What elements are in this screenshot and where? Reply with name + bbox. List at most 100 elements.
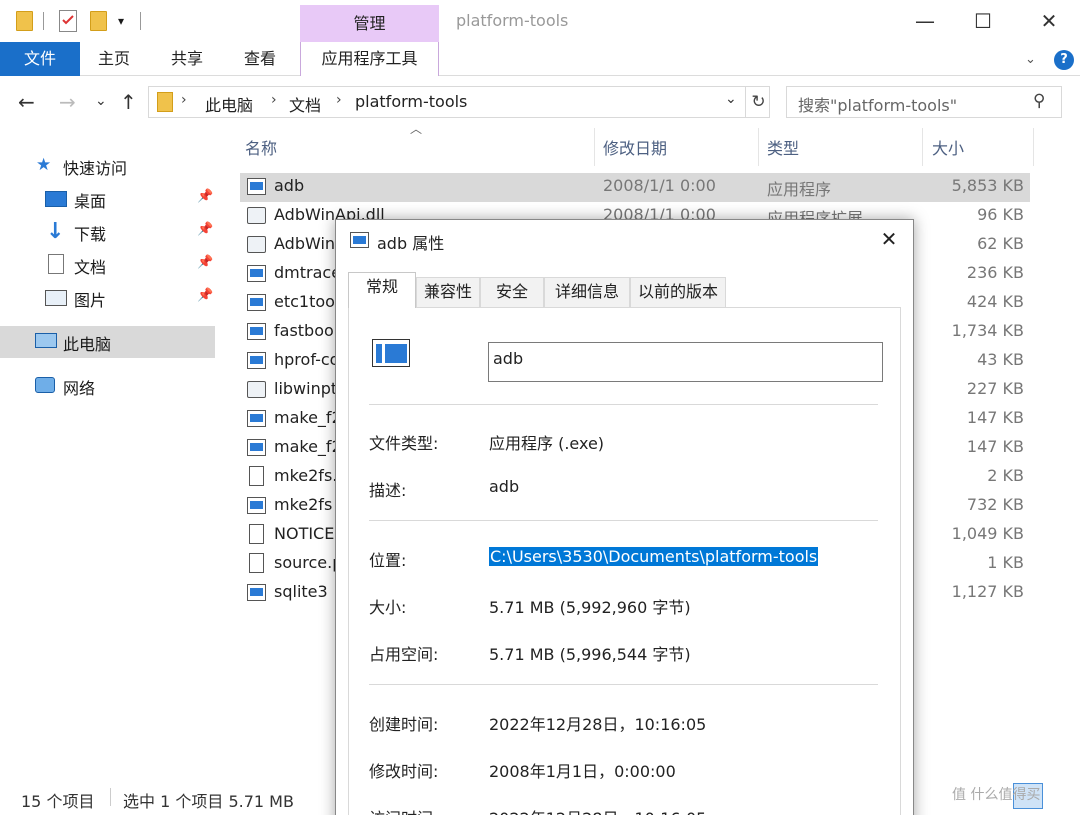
- file-size: 1,049 KB: [951, 524, 1024, 543]
- column-header-name[interactable]: 名称: [245, 135, 277, 159]
- created-value: 2022年12月28日，10:16:05: [489, 715, 707, 734]
- title-bar: ▾ 管理 platform-tools — ☐ ✕: [0, 0, 1080, 42]
- file-size: 2 KB: [987, 466, 1024, 485]
- column-divider[interactable]: [922, 128, 923, 166]
- refresh-icon[interactable]: ↻: [745, 87, 771, 117]
- file-size: 5,853 KB: [951, 176, 1024, 195]
- chevron-down-icon[interactable]: ⌄: [725, 91, 737, 107]
- download-icon: ↓: [46, 219, 65, 244]
- collapse-ribbon-icon[interactable]: ⌄: [1025, 52, 1036, 67]
- dll-icon: [247, 236, 266, 253]
- general-panel: adb 文件类型: 应用程序 (.exe) 描述: adb 位置: C:\Use…: [348, 307, 901, 815]
- tab-details[interactable]: 详细信息: [544, 277, 630, 307]
- divider: [369, 404, 878, 405]
- customize-toolbar-icon[interactable]: ▾: [118, 14, 124, 28]
- executable-icon: [247, 497, 266, 514]
- file-name: fastboo: [274, 321, 334, 340]
- properties-dialog: adb 属性 ✕ 常规 兼容性 安全 详细信息 以前的版本 adb 文件类型: …: [335, 219, 914, 815]
- properties-icon[interactable]: [59, 10, 77, 32]
- accessed-label: 访问时间:: [369, 805, 438, 815]
- tab-file[interactable]: 文件: [0, 42, 80, 76]
- column-header-type[interactable]: 类型: [767, 135, 799, 159]
- file-size: 1,127 KB: [951, 582, 1024, 601]
- column-divider[interactable]: [594, 128, 595, 166]
- selection-info: 选中 1 个项目 5.71 MB: [123, 792, 294, 811]
- sidebar-item-this-pc[interactable]: 此电脑: [0, 326, 215, 358]
- search-icon[interactable]: ⚲: [1033, 91, 1045, 111]
- sidebar-item-documents[interactable]: 文档 📌: [0, 249, 215, 281]
- location-value[interactable]: C:\Users\3530\Documents\platform-tools: [489, 547, 819, 566]
- sidebar-item-pictures[interactable]: 图片 📌: [0, 282, 215, 314]
- new-folder-icon[interactable]: [90, 11, 107, 31]
- close-button[interactable]: ✕: [1026, 4, 1072, 38]
- tab-security[interactable]: 安全: [480, 277, 544, 307]
- folder-icon[interactable]: [16, 11, 33, 31]
- document-icon: [48, 254, 64, 274]
- file-icon: [249, 466, 264, 486]
- pin-icon[interactable]: 📌: [197, 255, 213, 270]
- item-count: 15 个项目: [21, 792, 95, 811]
- back-button[interactable]: ←: [18, 90, 35, 114]
- dll-icon: [247, 207, 266, 224]
- sidebar-item-desktop[interactable]: 桌面 📌: [0, 183, 215, 215]
- breadcrumb-platform-tools[interactable]: platform-tools: [355, 92, 467, 111]
- recent-locations-button[interactable]: ⌄: [95, 93, 107, 109]
- minimize-button[interactable]: —: [902, 4, 948, 38]
- help-icon[interactable]: ?: [1054, 50, 1074, 70]
- file-size: 96 KB: [977, 205, 1024, 224]
- dialog-close-button[interactable]: ✕: [869, 224, 909, 254]
- modified-value: 2008年1月1日，0:00:00: [489, 762, 676, 781]
- sidebar-item-label: 图片: [74, 291, 107, 310]
- search-placeholder[interactable]: 搜索"platform-tools": [798, 92, 957, 116]
- pin-icon[interactable]: 📌: [197, 189, 213, 204]
- tab-general[interactable]: 常规: [348, 272, 416, 308]
- executable-icon: [247, 584, 266, 601]
- tab-share[interactable]: 共享: [165, 42, 209, 76]
- location-label: 位置:: [369, 551, 407, 570]
- size-label: 大小:: [369, 598, 407, 617]
- separator: [110, 788, 111, 806]
- file-row[interactable]: adb 2008/1/1 0:00 应用程序 5,853 KB: [240, 173, 1030, 202]
- window-title: platform-tools: [456, 11, 569, 30]
- file-name: mke2fs.: [274, 466, 338, 485]
- forward-button[interactable]: →: [59, 90, 76, 114]
- pin-icon[interactable]: 📌: [197, 288, 213, 303]
- pin-icon[interactable]: 📌: [197, 222, 213, 237]
- column-divider[interactable]: [1033, 128, 1034, 166]
- breadcrumb-documents[interactable]: 文档: [289, 92, 321, 116]
- size-value: 5.71 MB (5,992,960 字节): [489, 598, 691, 617]
- column-divider[interactable]: [758, 128, 759, 166]
- tab-compatibility[interactable]: 兼容性: [416, 277, 480, 307]
- sidebar-item-label: 文档: [74, 258, 107, 277]
- file-type-value: 应用程序 (.exe): [489, 434, 605, 453]
- file-size: 732 KB: [966, 495, 1024, 514]
- search-box[interactable]: 搜索"platform-tools" ⚲: [786, 86, 1062, 118]
- tab-previous-versions[interactable]: 以前的版本: [630, 277, 726, 307]
- tab-home[interactable]: 主页: [92, 42, 136, 76]
- file-name-field[interactable]: adb: [488, 342, 883, 382]
- sidebar-item-network[interactable]: 网络: [0, 370, 215, 402]
- sidebar-item-label: 此电脑: [63, 335, 112, 354]
- sidebar-item-label: 下载: [74, 225, 107, 244]
- breadcrumb-separator[interactable]: ›: [181, 92, 187, 108]
- sidebar-item-downloads[interactable]: ↓ 下载 📌: [0, 216, 215, 248]
- breadcrumb-separator[interactable]: ›: [336, 92, 342, 108]
- breadcrumb-separator[interactable]: ›: [271, 92, 277, 108]
- sidebar-item-quick-access[interactable]: ★ 快速访问: [0, 150, 215, 182]
- manage-context-tab[interactable]: 管理: [300, 5, 439, 42]
- modified-label: 修改时间:: [369, 762, 439, 781]
- separator: [43, 12, 44, 30]
- ribbon-tabs: 文件 主页 共享 查看 应用程序工具 ⌄ ?: [0, 42, 1080, 76]
- file-name: sqlite3: [274, 582, 328, 601]
- picture-icon: [45, 290, 67, 306]
- tab-view[interactable]: 查看: [238, 42, 282, 76]
- maximize-button[interactable]: ☐: [960, 4, 1006, 38]
- column-header-date[interactable]: 修改日期: [603, 135, 667, 159]
- folder-icon: [157, 92, 173, 112]
- address-bar[interactable]: › 此电脑 › 文档 › platform-tools ⌄ ↻: [148, 86, 770, 118]
- breadcrumb-this-pc[interactable]: 此电脑: [205, 92, 253, 116]
- column-header-size[interactable]: 大小: [932, 135, 964, 159]
- up-button[interactable]: ↑: [120, 90, 137, 114]
- tab-application-tools[interactable]: 应用程序工具: [300, 42, 439, 76]
- executable-icon: [247, 439, 266, 456]
